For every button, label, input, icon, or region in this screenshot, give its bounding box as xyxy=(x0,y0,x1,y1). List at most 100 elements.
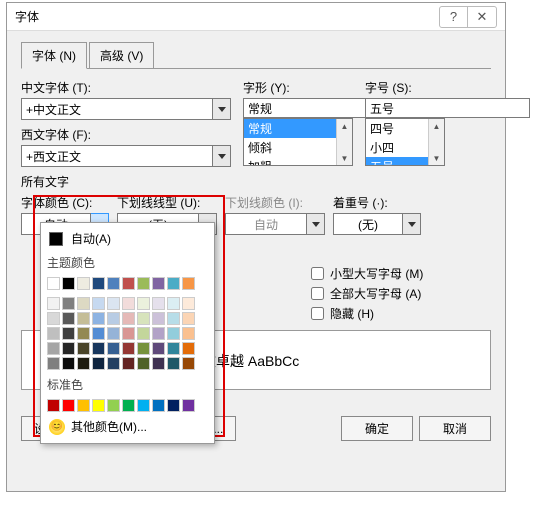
color-swatch[interactable] xyxy=(152,342,165,355)
color-swatch[interactable] xyxy=(77,342,90,355)
style-scrollbar[interactable]: ▲ ▼ xyxy=(336,119,352,165)
color-swatch[interactable] xyxy=(47,277,60,290)
size-scrollbar[interactable]: ▲ ▼ xyxy=(428,119,444,165)
size-input[interactable] xyxy=(365,98,530,118)
color-swatch[interactable] xyxy=(62,342,75,355)
color-swatch[interactable] xyxy=(92,399,105,412)
tab-advanced[interactable]: 高级 (V) xyxy=(89,42,154,69)
color-swatch[interactable] xyxy=(182,297,195,310)
color-swatch[interactable] xyxy=(122,312,135,325)
color-swatch[interactable] xyxy=(152,327,165,340)
all-caps-checkbox[interactable] xyxy=(311,287,324,300)
style-option-bold[interactable]: 加粗 xyxy=(244,157,336,166)
color-swatch[interactable] xyxy=(122,297,135,310)
color-swatch[interactable] xyxy=(77,399,90,412)
small-caps-checkbox-row[interactable]: 小型大写字母 (M) xyxy=(311,265,491,282)
color-swatch[interactable] xyxy=(182,399,195,412)
color-swatch[interactable] xyxy=(152,312,165,325)
color-swatch[interactable] xyxy=(122,357,135,370)
color-swatch[interactable] xyxy=(77,277,90,290)
color-swatch[interactable] xyxy=(137,297,150,310)
color-swatch[interactable] xyxy=(62,312,75,325)
color-swatch[interactable] xyxy=(152,399,165,412)
size-listbox[interactable]: 四号 小四 五号 ▲ ▼ xyxy=(365,118,445,166)
color-swatch[interactable] xyxy=(137,277,150,290)
color-swatch[interactable] xyxy=(167,399,180,412)
color-swatch[interactable] xyxy=(47,327,60,340)
color-swatch[interactable] xyxy=(167,327,180,340)
style-listbox[interactable]: 常规 倾斜 加粗 ▲ ▼ xyxy=(243,118,353,166)
color-swatch[interactable] xyxy=(92,342,105,355)
size-option-1[interactable]: 小四 xyxy=(366,138,428,157)
color-swatch[interactable] xyxy=(77,312,90,325)
all-caps-checkbox-row[interactable]: 全部大写字母 (A) xyxy=(311,285,491,302)
scroll-up-icon[interactable]: ▲ xyxy=(429,119,444,133)
color-swatch[interactable] xyxy=(167,342,180,355)
color-swatch[interactable] xyxy=(137,357,150,370)
color-swatch[interactable] xyxy=(92,297,105,310)
color-swatch[interactable] xyxy=(92,327,105,340)
color-swatch[interactable] xyxy=(62,297,75,310)
color-swatch[interactable] xyxy=(182,277,195,290)
color-swatch[interactable] xyxy=(77,297,90,310)
color-swatch[interactable] xyxy=(167,277,180,290)
color-swatch[interactable] xyxy=(92,357,105,370)
color-swatch[interactable] xyxy=(47,357,60,370)
tab-font[interactable]: 字体 (N) xyxy=(21,42,87,69)
scroll-up-icon[interactable]: ▲ xyxy=(337,119,352,133)
hidden-checkbox-row[interactable]: 隐藏 (H) xyxy=(311,305,491,322)
size-option-2[interactable]: 五号 xyxy=(366,157,428,166)
cn-font-combo[interactable] xyxy=(21,98,231,120)
color-swatch[interactable] xyxy=(182,342,195,355)
small-caps-checkbox[interactable] xyxy=(311,267,324,280)
color-swatch[interactable] xyxy=(92,277,105,290)
west-font-dropdown-btn[interactable] xyxy=(213,145,231,167)
help-button[interactable]: ? xyxy=(440,7,468,27)
color-swatch[interactable] xyxy=(152,297,165,310)
color-swatch[interactable] xyxy=(107,297,120,310)
cn-font-dropdown-btn[interactable] xyxy=(213,98,231,120)
color-swatch[interactable] xyxy=(152,277,165,290)
color-swatch[interactable] xyxy=(62,357,75,370)
style-option-regular[interactable]: 常规 xyxy=(244,119,336,138)
west-font-input[interactable] xyxy=(21,145,213,167)
color-swatch[interactable] xyxy=(47,312,60,325)
color-swatch[interactable] xyxy=(107,357,120,370)
hidden-checkbox[interactable] xyxy=(311,307,324,320)
color-swatch[interactable] xyxy=(137,327,150,340)
color-swatch[interactable] xyxy=(47,399,60,412)
color-swatch[interactable] xyxy=(107,277,120,290)
color-swatch[interactable] xyxy=(137,342,150,355)
color-swatch[interactable] xyxy=(122,399,135,412)
color-swatch[interactable] xyxy=(47,297,60,310)
color-swatch[interactable] xyxy=(122,327,135,340)
scroll-down-icon[interactable]: ▼ xyxy=(429,151,444,165)
cancel-button[interactable]: 取消 xyxy=(419,416,491,441)
close-button[interactable]: ✕ xyxy=(468,7,496,27)
size-option-0[interactable]: 四号 xyxy=(366,119,428,138)
color-swatch[interactable] xyxy=(137,312,150,325)
ok-button[interactable]: 确定 xyxy=(341,416,413,441)
emphasis-combo[interactable]: (无) xyxy=(333,213,421,235)
color-swatch[interactable] xyxy=(167,357,180,370)
color-swatch[interactable] xyxy=(107,399,120,412)
color-swatch[interactable] xyxy=(107,342,120,355)
emphasis-dropdown-btn[interactable] xyxy=(403,213,421,235)
color-swatch[interactable] xyxy=(167,312,180,325)
color-swatch[interactable] xyxy=(62,327,75,340)
color-swatch[interactable] xyxy=(122,277,135,290)
more-colors-row[interactable]: 😊 其他颜色(M)... xyxy=(45,414,210,439)
cn-font-input[interactable] xyxy=(21,98,213,120)
color-swatch[interactable] xyxy=(167,297,180,310)
scroll-down-icon[interactable]: ▼ xyxy=(337,151,352,165)
color-swatch[interactable] xyxy=(62,399,75,412)
color-swatch[interactable] xyxy=(137,399,150,412)
color-swatch[interactable] xyxy=(47,342,60,355)
west-font-combo[interactable] xyxy=(21,145,231,167)
auto-color-row[interactable]: 自动(A) xyxy=(45,227,210,250)
style-input-combo[interactable] xyxy=(243,98,353,118)
size-input-combo[interactable] xyxy=(365,98,445,118)
color-swatch[interactable] xyxy=(107,327,120,340)
color-swatch[interactable] xyxy=(92,312,105,325)
color-swatch[interactable] xyxy=(152,357,165,370)
